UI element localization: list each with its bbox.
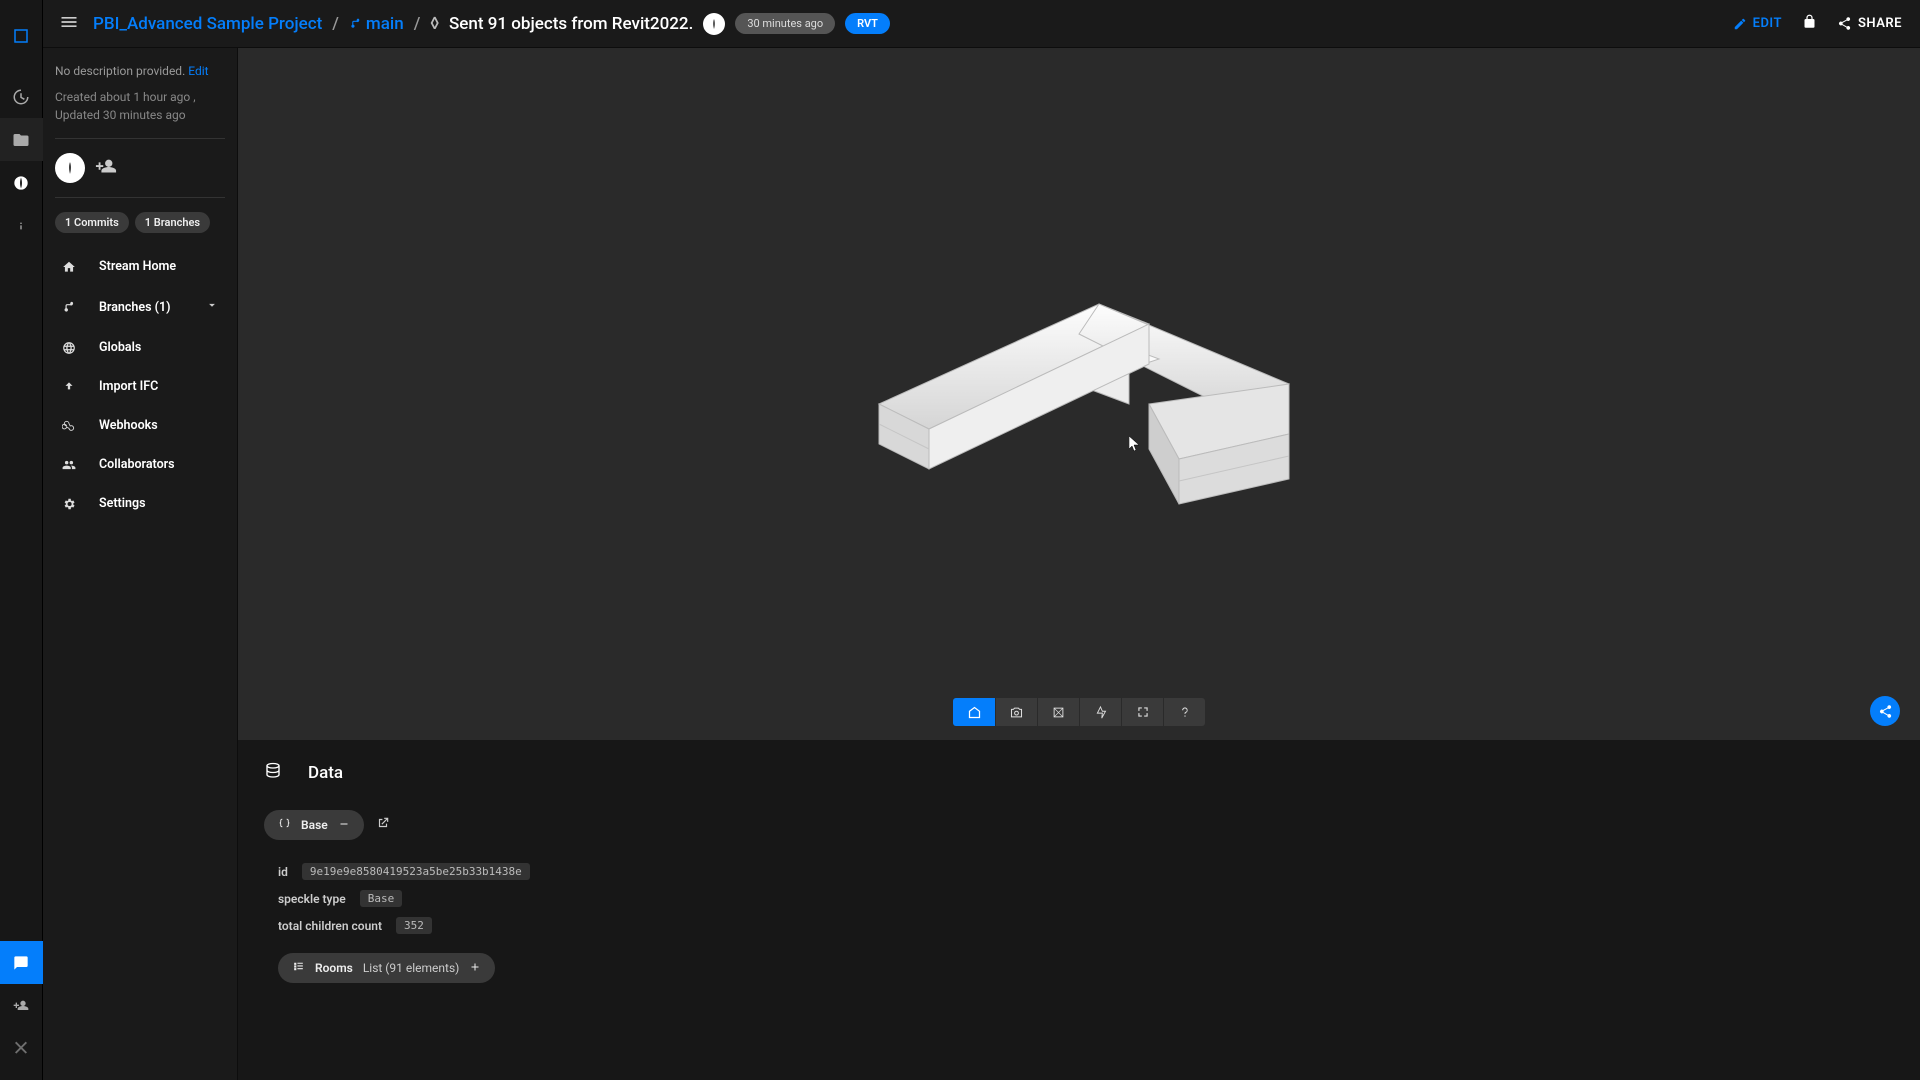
- breadcrumb-commit-title: Sent 91 objects from Revit2022.: [449, 14, 693, 34]
- share-fab[interactable]: [1870, 696, 1900, 726]
- sidebar-nav: Stream Home Branches (1) Globals Import …: [55, 247, 225, 523]
- breadcrumb-project[interactable]: PBI_Advanced Sample Project: [93, 14, 322, 34]
- prop-value: Base: [360, 890, 403, 907]
- prop-key: speckle type: [278, 892, 346, 906]
- rooms-label: Rooms: [315, 961, 353, 975]
- author-avatar[interactable]: [703, 13, 725, 35]
- nav-collaborators[interactable]: Collaborators: [55, 445, 225, 484]
- left-rail: [0, 0, 43, 1080]
- edit-button[interactable]: EDIT: [1727, 16, 1788, 31]
- tool-screenshot[interactable]: [995, 698, 1037, 726]
- app-logo-icon[interactable]: [0, 14, 43, 57]
- tool-filter[interactable]: [1079, 698, 1121, 726]
- properties-list: id 9e19e9e8580419523a5be25b33b1438e spec…: [278, 858, 1894, 939]
- time-chip: 30 minutes ago: [735, 13, 835, 34]
- connectors-icon[interactable]: [0, 1027, 43, 1070]
- profile-icon[interactable]: [0, 161, 43, 204]
- nav-webhooks[interactable]: Webhooks: [55, 406, 225, 445]
- nav-globals[interactable]: Globals: [55, 328, 225, 367]
- prop-value: 9e19e9e8580419523a5be25b33b1438e: [302, 863, 530, 880]
- viewer-toolbar: [953, 698, 1205, 726]
- nav-label: Globals: [99, 340, 141, 355]
- prop-id: id 9e19e9e8580419523a5be25b33b1438e: [278, 858, 1894, 885]
- commit-glyph-icon: ◊: [430, 14, 439, 34]
- braces-icon: [278, 817, 291, 833]
- database-icon: [264, 762, 282, 784]
- nav-label: Stream Home: [99, 259, 176, 274]
- collapse-icon: [338, 818, 350, 833]
- nav-stream-home[interactable]: Stream Home: [55, 247, 225, 286]
- collaborator-avatar[interactable]: [55, 153, 85, 183]
- open-external-icon[interactable]: [376, 816, 390, 834]
- branches-chip[interactable]: 1 Branches: [135, 212, 210, 233]
- nav-branches[interactable]: Branches (1): [55, 286, 225, 328]
- commits-chip[interactable]: 1 Commits: [55, 212, 129, 233]
- share-button[interactable]: SHARE: [1831, 16, 1908, 31]
- prop-value: 352: [396, 917, 432, 934]
- pill-label: Base: [301, 818, 328, 832]
- nav-import-ifc[interactable]: Import IFC: [55, 367, 225, 406]
- model-preview: [819, 254, 1339, 534]
- globe-icon: [61, 341, 77, 355]
- base-pill[interactable]: Base: [264, 810, 364, 840]
- feedback-icon[interactable]: [0, 941, 43, 984]
- collaborators-row: [55, 153, 225, 183]
- data-title: Data: [308, 763, 343, 783]
- breadcrumb-sep: /: [332, 14, 339, 34]
- upload-icon: [61, 380, 77, 394]
- rooms-sub: List (91 elements): [363, 961, 460, 975]
- tool-view-home[interactable]: [953, 698, 995, 726]
- lock-icon[interactable]: [1798, 14, 1821, 33]
- activity-icon[interactable]: [0, 75, 43, 118]
- breadcrumb-branch[interactable]: main: [349, 14, 404, 34]
- streams-icon[interactable]: [0, 118, 43, 161]
- invite-icon[interactable]: [0, 984, 43, 1027]
- breadcrumb: PBI_Advanced Sample Project / main / ◊ S…: [93, 14, 693, 34]
- hamburger-icon[interactable]: [55, 8, 83, 40]
- rooms-pill[interactable]: Rooms List (91 elements): [278, 953, 495, 983]
- nav-label: Import IFC: [99, 379, 158, 394]
- desc-edit-link[interactable]: Edit: [188, 64, 208, 78]
- branch-label: main: [366, 14, 404, 34]
- data-header: Data: [264, 762, 1894, 784]
- gear-icon: [61, 497, 77, 511]
- nav-label: Settings: [99, 496, 146, 511]
- share-label: SHARE: [1858, 16, 1902, 31]
- branch-icon: [61, 300, 77, 314]
- edit-label: EDIT: [1753, 16, 1782, 31]
- meta-text: Created about 1 hour ago , Updated 30 mi…: [55, 88, 225, 124]
- prop-key: total children count: [278, 919, 382, 933]
- prop-type: speckle type Base: [278, 885, 1894, 912]
- 3d-canvas[interactable]: [238, 48, 1920, 740]
- add-person-icon[interactable]: [95, 156, 117, 181]
- description: No description provided. Edit: [55, 64, 225, 78]
- divider-2: [55, 197, 225, 198]
- nav-label: Branches (1): [99, 300, 171, 315]
- home-icon: [61, 260, 77, 274]
- tool-fullscreen[interactable]: [1121, 698, 1163, 726]
- tool-section[interactable]: [1037, 698, 1079, 726]
- people-icon: [61, 458, 77, 472]
- tool-help[interactable]: [1163, 698, 1205, 726]
- list-icon: [292, 960, 305, 976]
- nav-settings[interactable]: Settings: [55, 484, 225, 523]
- nav-label: Webhooks: [99, 418, 158, 433]
- expand-icon: [469, 961, 481, 976]
- prop-key: id: [278, 865, 288, 879]
- sidebar: No description provided. Edit Created ab…: [43, 48, 238, 1080]
- app-chip: RVT: [845, 13, 890, 34]
- prop-count: total children count 352: [278, 912, 1894, 939]
- info-icon[interactable]: [0, 204, 43, 247]
- webhook-icon: [61, 419, 77, 433]
- nav-label: Collaborators: [99, 457, 175, 472]
- viewport: Data Base id 9e19e9e8580419523: [238, 48, 1920, 1080]
- breadcrumb-sep-2: /: [414, 14, 421, 34]
- data-panel: Data Base id 9e19e9e8580419523: [238, 740, 1920, 1080]
- topbar: PBI_Advanced Sample Project / main / ◊ S…: [43, 0, 1920, 48]
- chevron-down-icon: [205, 298, 219, 316]
- desc-text: No description provided.: [55, 64, 185, 78]
- divider: [55, 138, 225, 139]
